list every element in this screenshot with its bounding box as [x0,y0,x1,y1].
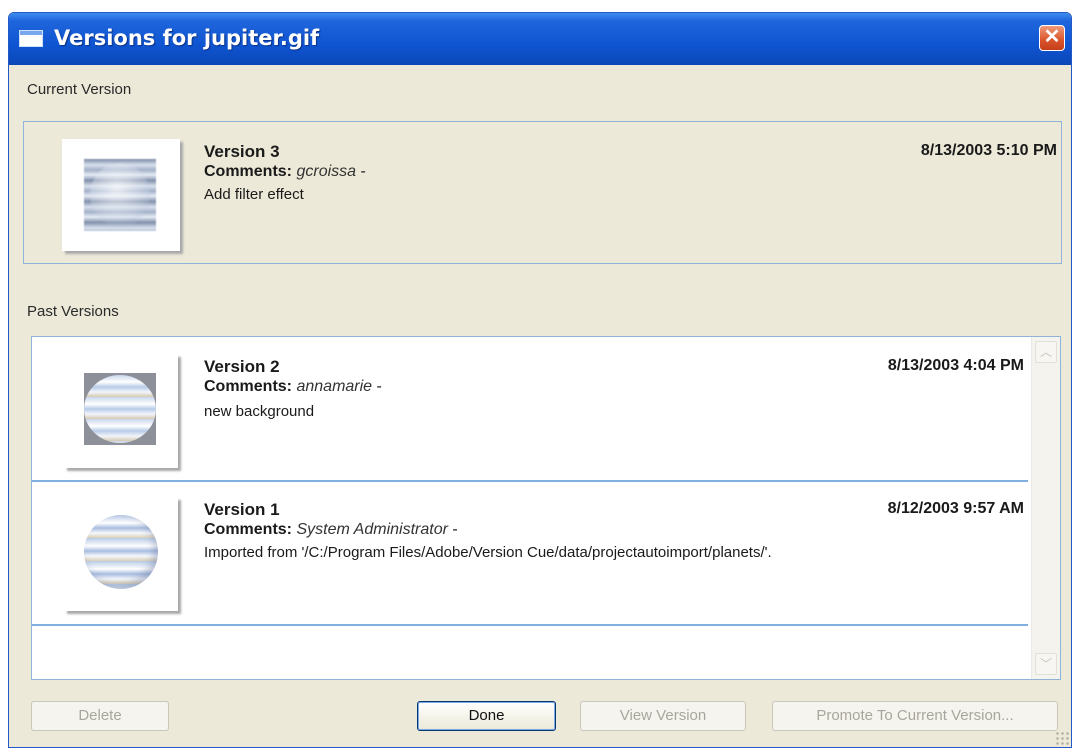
versions-dialog: Versions for jupiter.gif ✕ Current Versi… [8,12,1072,748]
version-title: Version 3 [204,142,280,161]
current-version-label: Current Version [27,81,132,98]
comment-separator: - [360,163,366,180]
thumbnail-current [62,139,180,251]
resize-grip-icon[interactable] [1055,731,1069,745]
comment-author: gcroissa [296,163,357,180]
scroll-up-icon[interactable]: ︿ [1035,341,1057,363]
title-bar[interactable]: Versions for jupiter.gif ✕ [9,13,1071,65]
version-title: Version 2 [204,357,280,376]
version-comments: Comments: System Administrator - [204,521,458,539]
current-version-panel: Version 3 Comments: gcroissa - Add filte… [23,121,1062,264]
window-icon [19,30,43,47]
version-title: Version 1 [204,500,280,519]
view-version-button[interactable]: View Version [580,701,746,731]
close-button[interactable]: ✕ [1039,25,1065,51]
thumbnail-version-2 [64,354,178,468]
comment-author: System Administrator [296,521,448,538]
comments-label: Comments: [204,163,293,180]
promote-to-current-version-button[interactable]: Promote To Current Version... [772,701,1058,731]
comment-separator: - [376,378,382,395]
version-date: 8/12/2003 9:57 AM [887,500,1024,517]
scroll-down-icon[interactable]: ﹀ [1035,653,1057,675]
jupiter-round-thumbnail-icon [84,515,158,589]
thumbnail-version-1 [64,497,178,611]
version-comments: Comments: annamarie - [204,378,382,396]
version-date: 8/13/2003 5:10 PM [920,142,1057,159]
window-title: Versions for jupiter.gif [54,26,320,50]
jupiter-square-thumbnail-icon [84,373,156,445]
comment-author: annamarie [296,378,373,395]
list-item-version-1[interactable]: Version 1 Comments: System Administrator… [32,482,1028,625]
version-description: Add filter effect [204,186,304,203]
delete-button[interactable]: Delete [31,701,169,731]
past-versions-list[interactable]: Version 2 Comments: annamarie - new back… [31,336,1061,680]
row-divider [32,624,1028,626]
version-description: Imported from '/C:/Program Files/Adobe/V… [204,544,772,561]
list-item-version-2[interactable]: Version 2 Comments: annamarie - new back… [32,337,1028,480]
done-button[interactable]: Done [417,701,556,731]
comment-separator: - [452,521,458,538]
jupiter-filtered-thumbnail-icon [84,159,156,231]
past-versions-label: Past Versions [27,303,119,320]
version-date: 8/13/2003 4:04 PM [887,357,1024,374]
vertical-scrollbar[interactable]: ︿ ﹀ [1031,337,1060,679]
comments-label: Comments: [204,378,293,395]
version-comments: Comments: gcroissa - [204,163,366,181]
version-description: new background [204,403,315,420]
comments-label: Comments: [204,521,293,538]
